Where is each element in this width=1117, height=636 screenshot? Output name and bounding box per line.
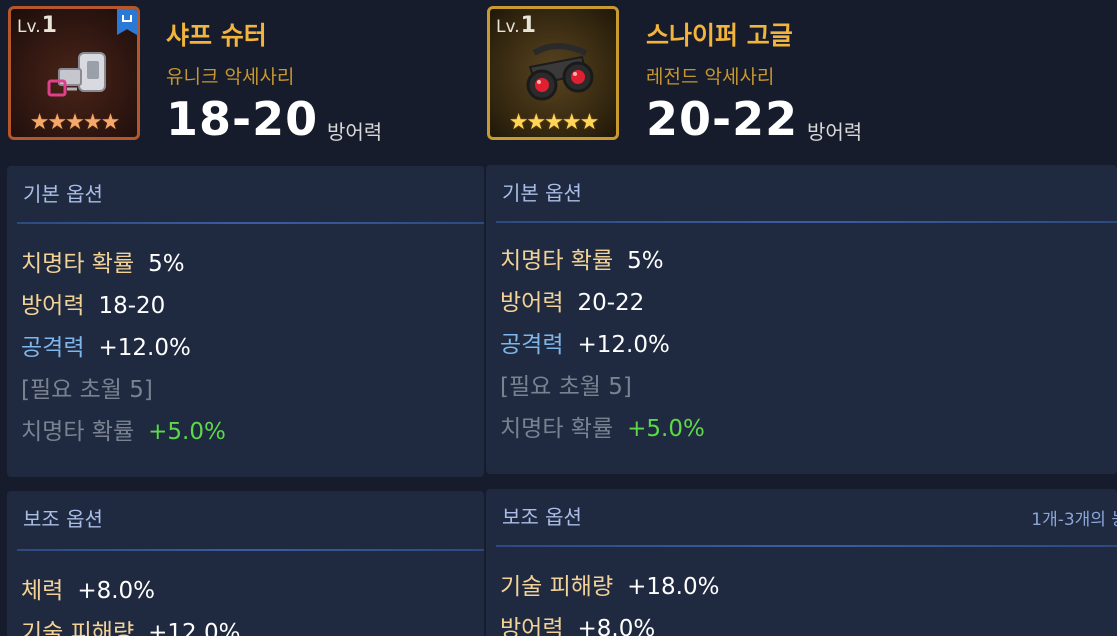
sub-options-panel-right: 보조 옵션 1개-3개의 능 기술 피해량+18.0% 방어력+8.0% — [486, 489, 1117, 636]
divider — [496, 221, 1117, 223]
divider — [496, 545, 1117, 547]
divider — [17, 549, 484, 551]
stat-row: 공격력 +12.0% — [21, 335, 191, 361]
panel-title: 기본 옵션 — [23, 182, 103, 206]
item-header-right: Lv.1 ★★★★★ 스나이퍼 고글 레전드 악세사리 20-22 방어력 — [484, 0, 1117, 160]
stat-row: 공격력 +12.0% — [500, 332, 670, 358]
base-options-panel-left: 기본 옵션 치명타 확률 5% 방어력 18-20 공격력 +12.0% [필요 초월… — [7, 166, 484, 477]
sub-options-panel-left: 보조 옵션 체력 +8.0% 기술 피해량 +12.0% — [7, 491, 484, 636]
item-icon-frame[interactable]: Lv.1 ★★★★★ — [487, 6, 619, 140]
item-name: 스나이퍼 고글 — [646, 21, 793, 50]
item-defense-value: 20-22 — [646, 92, 799, 146]
stat-row: 방어력 18-20 — [21, 293, 166, 319]
star-rating: ★★★★★ — [29, 110, 121, 135]
stat-row: 방어력 +8.0% — [500, 616, 656, 636]
item-icon-frame[interactable]: Lv.1 ★★★★★ — [8, 6, 140, 140]
item-defense-label: 방어력 — [327, 120, 383, 144]
bonus-stat-row: 치명타 확률 +5.0% — [21, 419, 226, 445]
item-rarity-type: 레전드 악세사리 — [646, 66, 775, 88]
item-compare-screen: Lv.1 ★★★★★ 샤프 슈터 유니크 악세사리 18-20 방어력 Lv.1 — [0, 0, 1117, 636]
sub-option-note: 1개-3개의 능 — [1031, 510, 1117, 530]
stat-row: 치명타 확률 5% — [21, 251, 185, 277]
divider — [17, 222, 484, 224]
stat-row: 기술 피해량 +18.0% — [500, 574, 720, 600]
panel-title: 보조 옵션 — [23, 507, 103, 531]
bonus-stat-row: 치명타 확률 +5.0% — [500, 416, 705, 442]
requirement-text: [필요 초월 5] — [21, 377, 153, 403]
requirement-text: [필요 초월 5] — [500, 374, 632, 400]
item-defense-value: 18-20 — [166, 92, 319, 146]
item-name: 샤프 슈터 — [166, 21, 267, 50]
stat-row: 방어력 20-22 — [500, 290, 645, 316]
item-defense-label: 방어력 — [807, 120, 863, 144]
panel-title: 보조 옵션 — [502, 505, 582, 529]
base-options-panel-right: 기본 옵션 치명타 확률 5% 방어력 20-22 공격력 +12.0% [필요 초월… — [486, 165, 1117, 474]
star-rating: ★★★★★ — [508, 110, 600, 135]
panel-title: 기본 옵션 — [502, 181, 582, 205]
stat-row: 기술 피해량 +12.0% — [21, 620, 241, 636]
stat-row: 체력 +8.0% — [21, 578, 156, 604]
item-rarity-type: 유니크 악세사리 — [166, 66, 295, 88]
item-header-left: Lv.1 ★★★★★ 샤프 슈터 유니크 악세사리 18-20 방어력 — [0, 0, 484, 160]
stat-row: 치명타 확률 5% — [500, 248, 664, 274]
